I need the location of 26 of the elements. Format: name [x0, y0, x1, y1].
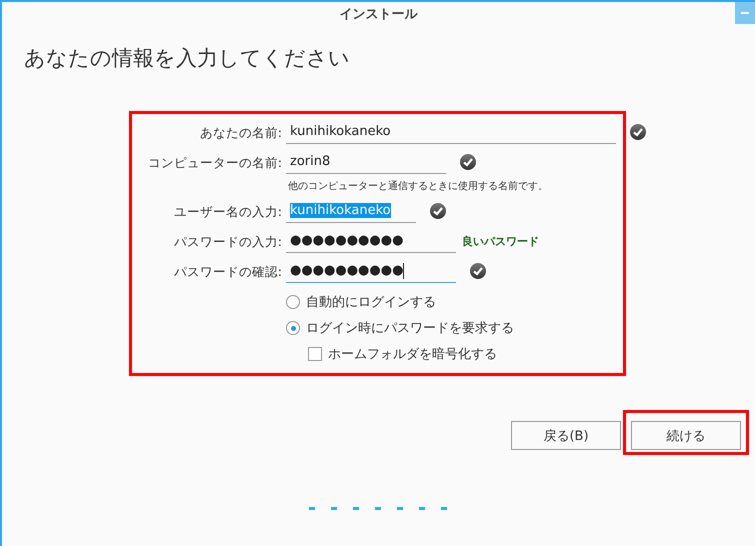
password-strength: 良いパスワード: [462, 234, 539, 248]
check-icon: [630, 124, 646, 140]
check-icon: [470, 263, 486, 279]
window-title: インストール: [340, 6, 418, 23]
checkbox-option[interactable]: ホームフォルダを暗号化する: [308, 345, 646, 363]
minimize-button[interactable]: [735, 2, 755, 24]
field-label: パスワードの入力:: [172, 233, 282, 251]
input-field[interactable]: ●●●●●●●●●●: [286, 229, 456, 253]
dialog-button[interactable]: 戻る(B): [511, 421, 621, 450]
hint-text: 他のコンピューターと通信するときに使用する名前です。: [287, 180, 549, 193]
radio-button[interactable]: [286, 295, 300, 309]
field-label: コンピューターの名前:: [146, 154, 282, 172]
input-field[interactable]: ●●●●●●●●●●: [286, 259, 456, 283]
page-heading: あなたの情報を入力してください: [24, 45, 351, 72]
checkbox[interactable]: [308, 347, 322, 361]
input-field[interactable]: zorin8: [286, 150, 446, 174]
check-icon: [430, 203, 446, 219]
check-icon: [460, 154, 476, 170]
radio-option[interactable]: ログイン時にパスワードを要求する: [286, 319, 646, 337]
field-label: あなたの名前:: [198, 124, 282, 142]
input-field[interactable]: kunihikokaneko: [286, 120, 616, 144]
radio-button[interactable]: [286, 321, 300, 335]
radio-option[interactable]: 自動的にログインする: [286, 293, 646, 311]
dialog-button[interactable]: 続ける: [631, 421, 741, 450]
field-label: ユーザー名の入力:: [172, 203, 282, 221]
field-label: パスワードの確認:: [172, 263, 282, 281]
